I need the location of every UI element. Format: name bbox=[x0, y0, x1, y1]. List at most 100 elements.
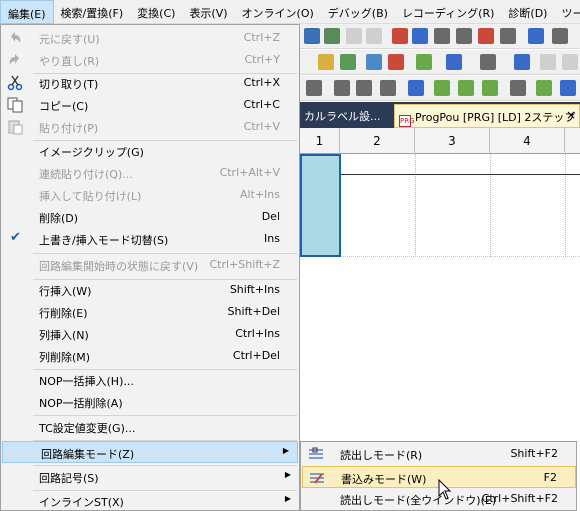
menu-item-inline-st[interactable]: インラインST(X) ▶ bbox=[1, 490, 299, 511]
toolbar-icon[interactable] bbox=[528, 28, 544, 44]
toolbar-icon[interactable] bbox=[446, 54, 462, 70]
submenu-item-label: 書込みモード(W) bbox=[341, 473, 427, 486]
toolbar-row-3 bbox=[300, 76, 580, 101]
submenu-item-shortcut: Shift+F2 bbox=[510, 447, 558, 460]
monitor-icon[interactable] bbox=[324, 28, 340, 44]
menu-item-label: イメージクリップ(G) bbox=[39, 146, 144, 159]
toolbar-icon[interactable] bbox=[346, 28, 362, 44]
ladder-editor-grid[interactable] bbox=[300, 154, 580, 257]
toolbar-icon[interactable] bbox=[456, 28, 472, 44]
menu-search-replace[interactable]: 検索/置換(F) bbox=[54, 0, 131, 24]
menu-item-image-clip[interactable]: イメージクリップ(G) bbox=[1, 140, 299, 162]
column-header: 4 bbox=[490, 128, 565, 154]
menu-item-shortcut: Shift+Ins bbox=[229, 283, 280, 296]
tab-progpou-label: ProgPou [PRG] [LD] 2ステップ bbox=[415, 111, 576, 124]
menu-item-label: 回路編集開始時の状態に戻す(V) bbox=[39, 260, 199, 273]
menu-item-overwrite-insert-toggle[interactable]: ✔ 上書き/挿入モード切替(S) Ins bbox=[1, 228, 299, 250]
menu-item-label: 削除(D) bbox=[39, 212, 79, 225]
toolbar-icon[interactable] bbox=[408, 80, 424, 96]
menu-item-revert-circuit[interactable]: 回路編集開始時の状態に戻す(V) Ctrl+Shift+Z bbox=[1, 254, 299, 276]
toolbar-icon[interactable] bbox=[434, 28, 450, 44]
menu-tools[interactable]: ツー bbox=[554, 0, 580, 24]
toolbar-icon[interactable] bbox=[392, 28, 408, 44]
toolbar-icon[interactable] bbox=[480, 54, 496, 70]
menu-item-insert-row[interactable]: 行挿入(W) Shift+Ins bbox=[1, 279, 299, 301]
submenu-item-label: 読出しモード(R) bbox=[340, 449, 423, 462]
toolbar-icon[interactable] bbox=[458, 80, 474, 96]
menu-item-insert-paste[interactable]: 挿入して貼り付け(L) Alt+Ins bbox=[1, 184, 299, 206]
menu-item-label: NOP一括削除(A) bbox=[39, 397, 123, 410]
column-header: 1 bbox=[300, 128, 340, 154]
menu-item-shortcut: Ctrl+Z bbox=[243, 31, 280, 44]
toolbar-icon[interactable] bbox=[412, 28, 428, 44]
menu-item-insert-column[interactable]: 列挿入(N) Ctrl+Ins bbox=[1, 323, 299, 345]
menu-item-undo[interactable]: 元に戻す(U) Ctrl+Z bbox=[1, 27, 299, 49]
menu-item-copy[interactable]: コピー(C) Ctrl+C bbox=[1, 94, 299, 116]
menu-item-nop-batch-delete[interactable]: NOP一括削除(A) bbox=[1, 391, 299, 413]
column-header: 3 bbox=[415, 128, 490, 154]
dev-icon[interactable] bbox=[304, 28, 320, 44]
menu-item-label: 連続貼り付け(Q)... bbox=[39, 168, 133, 181]
toolbar-icon[interactable] bbox=[536, 80, 552, 96]
menu-item-delete-row[interactable]: 行削除(E) Shift+Del bbox=[1, 301, 299, 323]
toolbar-icon[interactable] bbox=[306, 80, 322, 96]
toolbar-icon[interactable] bbox=[510, 80, 526, 96]
scissors-icon bbox=[7, 75, 23, 91]
menu-item-label: 切り取り(T) bbox=[39, 78, 99, 91]
toolbar-icon[interactable] bbox=[366, 28, 382, 44]
toolbar-icon[interactable] bbox=[340, 54, 356, 70]
toolbar-icon[interactable] bbox=[482, 80, 498, 96]
toolbar-icon[interactable] bbox=[560, 80, 576, 96]
menu-item-label: 列挿入(N) bbox=[39, 329, 89, 342]
check-icon: ✔ bbox=[10, 230, 21, 245]
menu-view[interactable]: 表示(V) bbox=[182, 0, 234, 24]
submenu-arrow-icon: ▶ bbox=[284, 494, 291, 503]
toolbar-icon[interactable] bbox=[562, 54, 578, 70]
menu-item-circuit-edit-mode[interactable]: 回路編集モード(Z) ▶ bbox=[2, 441, 298, 463]
toolbar-icon[interactable] bbox=[380, 80, 396, 96]
menu-item-continuous-paste[interactable]: 連続貼り付け(Q)... Ctrl+Alt+V bbox=[1, 162, 299, 184]
menu-debug[interactable]: デバッグ(B) bbox=[321, 0, 395, 24]
menu-convert[interactable]: 変換(C) bbox=[130, 0, 182, 24]
toolbar-icon[interactable] bbox=[356, 80, 372, 96]
toolbar-row-1 bbox=[300, 24, 580, 49]
menu-item-cut[interactable]: 切り取り(T) Ctrl+X bbox=[1, 72, 299, 94]
menu-item-circuit-symbol[interactable]: 回路記号(S) ▶ bbox=[1, 466, 299, 488]
menu-item-shortcut: Shift+Del bbox=[227, 305, 280, 318]
menu-item-nop-batch-insert[interactable]: NOP一括挿入(H)... bbox=[1, 369, 299, 391]
menu-item-shortcut: Del bbox=[261, 210, 280, 223]
tab-local-label-settings[interactable]: カルラベル設... bbox=[300, 102, 392, 128]
menu-item-redo[interactable]: やり直し(R) Ctrl+Y bbox=[1, 49, 299, 71]
toolbar-icon[interactable] bbox=[540, 54, 556, 70]
toolbar-icon[interactable] bbox=[416, 54, 432, 70]
submenu-item-read-mode[interactable]: 読出しモード(R) Shift+F2 bbox=[302, 443, 576, 465]
menu-online[interactable]: オンライン(O) bbox=[235, 0, 321, 24]
menu-item-tc-setting-change[interactable]: TC設定値変更(G)... bbox=[1, 416, 299, 438]
submenu-arrow-icon: ▶ bbox=[282, 446, 289, 455]
menu-item-shortcut: Ctrl+X bbox=[243, 76, 280, 89]
toolbar-icon[interactable] bbox=[334, 80, 350, 96]
program-icon: PRG bbox=[399, 115, 415, 127]
menu-item-paste[interactable]: 貼り付け(P) Ctrl+V bbox=[1, 116, 299, 138]
menu-diagnostics[interactable]: 診断(D) bbox=[501, 0, 554, 24]
menu-recording[interactable]: レコーディング(R) bbox=[395, 0, 501, 24]
menu-item-label: やり直し(R) bbox=[39, 55, 100, 68]
toolbar-icon[interactable] bbox=[366, 54, 382, 70]
close-icon[interactable]: × bbox=[566, 108, 576, 122]
toolbar-icon[interactable] bbox=[388, 54, 404, 70]
toolbar-icon[interactable] bbox=[500, 28, 516, 44]
menu-edit[interactable]: 編集(E) bbox=[0, 0, 54, 24]
menu-item-label: インラインST(X) bbox=[39, 496, 124, 509]
toolbar-icon[interactable] bbox=[318, 54, 334, 70]
toolbar-icon[interactable] bbox=[434, 80, 450, 96]
menu-item-label: 元に戻す(U) bbox=[39, 33, 100, 46]
menu-item-delete-column[interactable]: 列削除(M) Ctrl+Del bbox=[1, 345, 299, 367]
menu-item-label: 回路編集モード(Z) bbox=[41, 448, 135, 461]
menu-bar: 編集(E) 検索/置換(F) 変換(C) 表示(V) オンライン(O) デバッグ… bbox=[0, 0, 580, 24]
toolbar-icon[interactable] bbox=[552, 28, 568, 44]
menu-item-delete[interactable]: 削除(D) Del bbox=[1, 206, 299, 228]
toolbar-icon[interactable] bbox=[478, 28, 494, 44]
ladder-cursor[interactable] bbox=[300, 154, 341, 257]
tab-progpou[interactable]: PRGProgPou [PRG] [LD] 2ステップ × bbox=[394, 104, 580, 128]
toolbar-icon[interactable] bbox=[514, 54, 530, 70]
